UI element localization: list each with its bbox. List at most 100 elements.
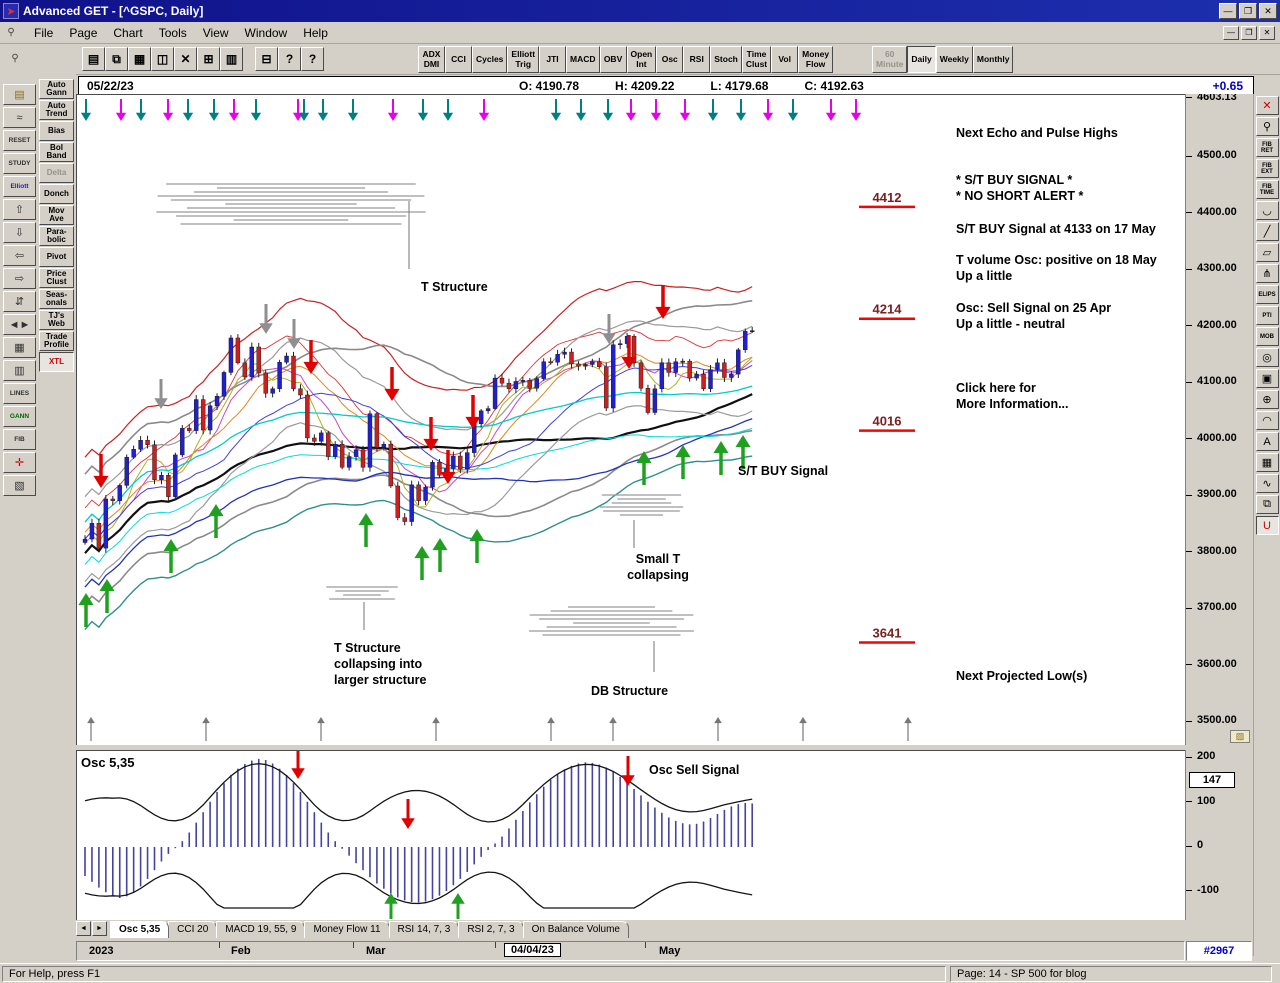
channel-icon[interactable]: ▱ bbox=[1255, 243, 1279, 262]
close-chart-icon[interactable]: ✕ bbox=[1255, 96, 1279, 115]
chart-area[interactable]: 4412 4214 4016 3641 Next Echo and Pulse Hig… bbox=[76, 94, 1185, 745]
tab-scroll-right-button[interactable]: ► bbox=[92, 921, 107, 936]
tool-pivot[interactable]: Pivot bbox=[39, 247, 74, 267]
chart-page-icon[interactable]: ▤ bbox=[3, 84, 36, 105]
fib-button[interactable]: FIB bbox=[3, 429, 36, 450]
menubar-pin-icon[interactable]: ⚲ bbox=[4, 24, 18, 42]
menu-view[interactable]: View bbox=[195, 23, 237, 43]
crosshair-icon[interactable]: ✛ bbox=[3, 452, 36, 473]
delete-page-icon[interactable]: ✕ bbox=[174, 47, 197, 71]
indicator-obv[interactable]: OBV bbox=[599, 46, 627, 73]
tool-seas-onals[interactable]: Seas- onals bbox=[39, 289, 74, 309]
menu-tools[interactable]: Tools bbox=[151, 23, 195, 43]
wave-tool-icon[interactable]: ∿ bbox=[1255, 474, 1279, 493]
grid-tool-icon[interactable]: ▦ bbox=[1255, 453, 1279, 472]
tile-pages-icon[interactable]: ◫ bbox=[151, 47, 174, 71]
title-bar[interactable]: ➤ Advanced GET - [^GSPC, Daily] — ❐ ✕ bbox=[0, 0, 1280, 22]
tab-on-balance-volume[interactable]: On Balance Volume bbox=[522, 921, 629, 938]
tjs-web-icon[interactable]: ▦ bbox=[3, 337, 36, 358]
menu-file[interactable]: File bbox=[26, 23, 61, 43]
tool-trade-profile[interactable]: Trade Profile bbox=[39, 331, 74, 351]
oscillator-panel[interactable]: Osc 5,35 Osc Sell Signal bbox=[76, 750, 1185, 920]
timeframe-60-minute[interactable]: 60 Minute bbox=[872, 46, 908, 73]
magnet-icon[interactable]: ◡ bbox=[1255, 201, 1279, 220]
auto-channel-icon[interactable]: ≈ bbox=[3, 107, 36, 128]
fib-time-button[interactable]: FIB TIME bbox=[1255, 180, 1279, 199]
box-tool-icon[interactable]: ▣ bbox=[1255, 369, 1279, 388]
child-minimize-button[interactable]: — bbox=[1223, 25, 1239, 40]
tool-para-bolic[interactable]: Para- bolic bbox=[39, 226, 74, 246]
annotation[interactable]: Click here for More Information... bbox=[956, 380, 1069, 412]
layout-page-icon[interactable]: ▥ bbox=[220, 47, 243, 71]
menu-help[interactable]: Help bbox=[295, 23, 336, 43]
indicator-cycles[interactable]: Cycles bbox=[472, 46, 508, 73]
tab-rsi-2-7-3[interactable]: RSI 2, 7, 3 bbox=[458, 921, 524, 938]
help-icon[interactable]: ? bbox=[278, 47, 301, 71]
arc-tool-icon[interactable]: ◠ bbox=[1255, 411, 1279, 430]
tool-auto-gann[interactable]: Auto Gann bbox=[39, 79, 74, 99]
reset-button[interactable]: RESET bbox=[3, 130, 36, 151]
grid-page-icon[interactable]: ⊞ bbox=[197, 47, 220, 71]
tool-tj-s-web[interactable]: TJ's Web bbox=[39, 310, 74, 330]
copy-page-icon[interactable]: ⧉ bbox=[105, 47, 128, 71]
minimize-button[interactable]: — bbox=[1219, 3, 1237, 19]
tool-bol-band[interactable]: Bol Band bbox=[39, 142, 74, 162]
oscillator-canvas[interactable] bbox=[77, 751, 1185, 920]
indicator-open-int[interactable]: Open Int bbox=[626, 46, 657, 73]
timeframe-monthly[interactable]: Monthly bbox=[972, 46, 1014, 73]
mob-button[interactable]: MOB bbox=[1255, 327, 1279, 346]
tab-rsi-14-7-3[interactable]: RSI 14, 7, 3 bbox=[388, 921, 460, 938]
scroll-right-icon[interactable]: ⇨ bbox=[3, 268, 36, 289]
chart-window-icon[interactable]: ▦ bbox=[128, 47, 151, 71]
tool-mov-ave[interactable]: Mov Ave bbox=[39, 205, 74, 225]
elliott-button[interactable]: Elliott bbox=[3, 176, 36, 197]
tool-xtl[interactable]: XTL bbox=[39, 352, 74, 372]
text-tool-button[interactable]: A bbox=[1255, 432, 1279, 451]
indicator-stoch[interactable]: Stoch bbox=[710, 46, 742, 73]
menu-page[interactable]: Page bbox=[61, 23, 105, 43]
tab-scroll-left-button[interactable]: ◄ bbox=[76, 921, 91, 936]
trade-profile-icon[interactable]: ▥ bbox=[3, 360, 36, 381]
child-restore-button[interactable]: ❐ bbox=[1241, 25, 1257, 40]
study-button[interactable]: STUDY bbox=[3, 153, 36, 174]
lines-button[interactable]: LINES bbox=[3, 383, 36, 404]
indicator-cci[interactable]: CCI bbox=[445, 46, 472, 73]
tool-auto-trend[interactable]: Auto Trend bbox=[39, 100, 74, 120]
update-button[interactable]: U bbox=[1255, 516, 1279, 535]
indicator-macd[interactable]: MACD bbox=[566, 46, 600, 73]
new-page-icon[interactable]: ▤ bbox=[82, 47, 105, 71]
indicator-osc[interactable]: Osc bbox=[656, 46, 684, 73]
menu-chart[interactable]: Chart bbox=[105, 23, 150, 43]
tab-cci-20[interactable]: CCI 20 bbox=[168, 921, 218, 938]
tool-delta[interactable]: Delta bbox=[39, 163, 74, 183]
indicator-rsi[interactable]: RSI bbox=[683, 46, 711, 73]
new-chart-icon[interactable]: ▧ bbox=[3, 475, 36, 496]
fib-retracement-button[interactable]: FIB RET bbox=[1255, 138, 1279, 157]
child-close-button[interactable]: ✕ bbox=[1259, 25, 1275, 40]
indicator-vol[interactable]: Vol bbox=[771, 46, 799, 73]
scroll-left-icon[interactable]: ⇦ bbox=[3, 245, 36, 266]
tab-macd-19-55-9[interactable]: MACD 19, 55, 9 bbox=[216, 921, 306, 938]
chart-thumbnail-icon[interactable]: ▨ bbox=[1230, 730, 1250, 743]
circle-tool-icon[interactable]: ◎ bbox=[1255, 348, 1279, 367]
layers-icon[interactable]: ⧉ bbox=[1255, 495, 1279, 514]
pitchfork-icon[interactable]: ⋔ bbox=[1255, 264, 1279, 283]
menu-window[interactable]: Window bbox=[237, 23, 296, 43]
timeframe-weekly[interactable]: Weekly bbox=[935, 46, 973, 73]
print-icon[interactable]: ⊟ bbox=[255, 47, 278, 71]
gann-button[interactable]: GANN bbox=[3, 406, 36, 427]
indicator-adx-dmi[interactable]: ADX DMI bbox=[418, 46, 445, 73]
seasonal-icon[interactable]: ◄► bbox=[3, 314, 36, 335]
indicator-money-flow[interactable]: Money Flow bbox=[798, 46, 834, 73]
scroll-up-icon[interactable]: ⇧ bbox=[3, 199, 36, 220]
indicator-elliott-trig[interactable]: Elliott Trig bbox=[507, 46, 540, 73]
close-button[interactable]: ✕ bbox=[1259, 3, 1277, 19]
tool-bias[interactable]: Bias bbox=[39, 121, 74, 141]
tool-price-clust[interactable]: Price Clust bbox=[39, 268, 74, 288]
zoom-in-icon[interactable]: ⊕ bbox=[1255, 390, 1279, 409]
indicator-time-clust[interactable]: Time Clust bbox=[741, 46, 772, 73]
ellipse-tool-button[interactable]: ELIPS bbox=[1255, 285, 1279, 304]
tab-osc-5-35[interactable]: Osc 5,35 bbox=[110, 921, 170, 938]
tab-money-flow-11[interactable]: Money Flow 11 bbox=[304, 921, 390, 938]
pti-button[interactable]: PTI bbox=[1255, 306, 1279, 325]
